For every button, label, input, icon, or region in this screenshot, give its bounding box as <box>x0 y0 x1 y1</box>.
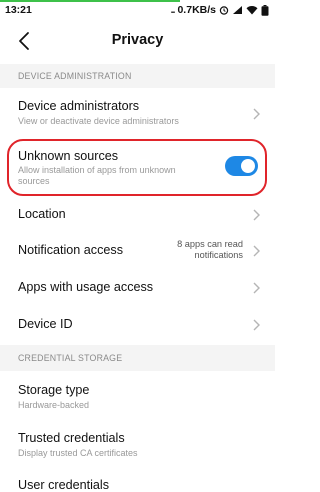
location-item[interactable]: Location <box>0 198 275 232</box>
device-administrators-item[interactable]: Device administrators View or deactivate… <box>0 88 275 138</box>
item-title: Location <box>18 207 66 221</box>
item-subtitle: View or deactivate device administrators <box>18 116 179 126</box>
apps-usage-access-item[interactable]: Apps with usage access <box>0 270 275 306</box>
item-subtitle: Display trusted CA certificates <box>18 448 138 458</box>
item-title: Apps with usage access <box>18 280 154 294</box>
item-title: User credentials <box>18 478 109 492</box>
item-title: Trusted credentials <box>18 431 125 445</box>
download-progress-bar <box>0 0 180 2</box>
alarm-icon <box>219 6 229 15</box>
item-title: Storage type <box>18 383 90 397</box>
user-credentials-item[interactable]: User credentials <box>0 467 275 492</box>
section-label: DEVICE ADMINISTRATION <box>18 71 132 81</box>
wifi-icon <box>246 6 258 15</box>
value-line-2: notifications <box>194 250 243 260</box>
highlight-outline <box>7 139 267 196</box>
section-label: CREDENTIAL STORAGE <box>18 353 123 363</box>
chevron-right-icon <box>253 245 260 257</box>
notification-access-item[interactable]: Notification access 8 apps can read noti… <box>0 232 275 270</box>
net-speed: 0.7KB/s <box>177 4 216 16</box>
ellipsis-icon: .. <box>170 4 176 16</box>
signal-icon <box>233 6 242 14</box>
chevron-right-icon <box>253 319 260 331</box>
value-line-1: 8 apps can read <box>177 239 243 249</box>
section-header-device-administration: DEVICE ADMINISTRATION <box>0 64 275 88</box>
item-title: Device administrators <box>18 99 140 113</box>
section-header-credential-storage: CREDENTIAL STORAGE <box>0 345 275 371</box>
chevron-right-icon <box>253 209 260 221</box>
status-icons: .. 0.7KB/s <box>171 4 269 16</box>
item-title: Notification access <box>18 243 123 257</box>
app-header: Privacy <box>0 18 275 64</box>
item-subtitle: Hardware-backed <box>18 400 90 410</box>
battery-icon <box>261 4 269 16</box>
device-id-item[interactable]: Device ID <box>0 306 275 342</box>
chevron-right-icon <box>253 282 260 294</box>
page-title: Privacy <box>111 32 164 48</box>
status-time: 13:21 <box>5 4 32 16</box>
status-bar: 13:21 .. 0.7KB/s <box>0 0 275 18</box>
trusted-credentials-item[interactable]: Trusted credentials Display trusted CA c… <box>0 419 275 467</box>
storage-type-item: Storage type Hardware-backed <box>0 371 275 419</box>
notification-access-value: 8 apps can read notifications <box>177 239 243 261</box>
chevron-right-icon <box>253 108 260 120</box>
item-title: Device ID <box>18 317 73 331</box>
